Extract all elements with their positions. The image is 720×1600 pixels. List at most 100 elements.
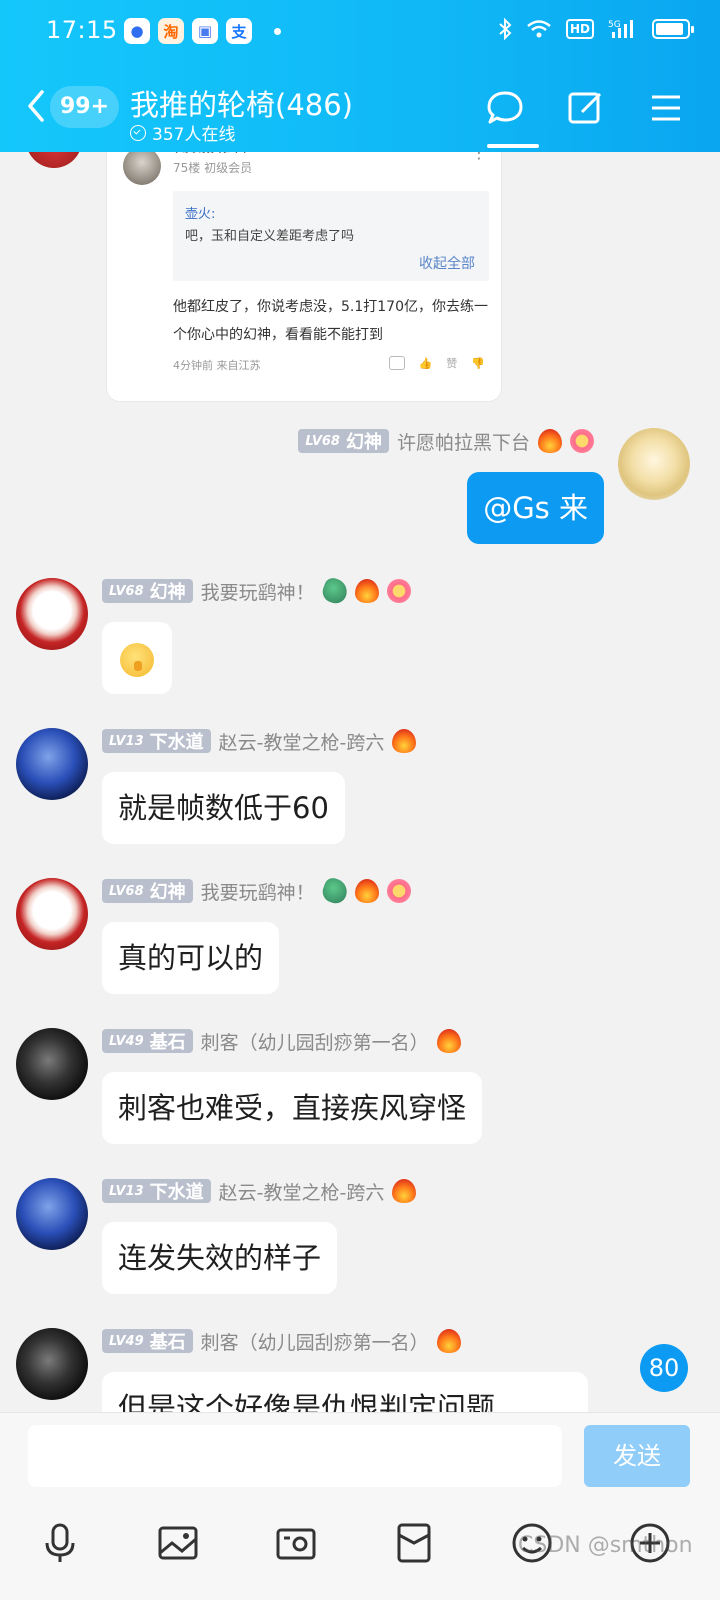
sender-meta: LV68 幻神 我要玩鹞神！ bbox=[102, 875, 411, 907]
online-count-text: 357人在线 bbox=[152, 125, 236, 145]
bluetooth-icon bbox=[499, 18, 512, 40]
sender-name[interactable]: 许愿帕拉黑下台 bbox=[397, 428, 530, 455]
wifi-icon bbox=[527, 20, 551, 38]
reply-icon bbox=[388, 356, 405, 370]
header: 17:15 ● 淘 ▣ 支 HD 5G 99+ 我推的轮椅(486) 357人在… bbox=[0, 0, 720, 152]
sender-name[interactable]: 刺客（幼儿园刮痧第一名） bbox=[201, 1328, 429, 1355]
fire-badge-icon bbox=[436, 1329, 461, 1353]
avatar[interactable] bbox=[16, 1028, 88, 1100]
more-notifications-dot bbox=[274, 27, 281, 35]
fire-badge-icon bbox=[436, 1029, 461, 1053]
post-meta: 4分钟前 来自江苏 bbox=[173, 359, 261, 372]
baidu-icon: ● bbox=[124, 18, 150, 44]
unread-count-badge[interactable]: 99+ bbox=[50, 86, 120, 128]
edit-post-icon[interactable] bbox=[566, 88, 606, 128]
level-badge: LV68 幻神 bbox=[102, 579, 193, 603]
sender-name[interactable]: 刺客（幼儿园刮痧第一名） bbox=[201, 1028, 429, 1055]
watermark: CSDN @smthon bbox=[518, 1533, 693, 1558]
chat-messages[interactable]: 791384244 75楼 初级会员 ⋮ 壶火: 吧，玉和自定义差距考虑了吗 收… bbox=[0, 152, 720, 1438]
image-icon[interactable] bbox=[156, 1521, 200, 1565]
message-bubble[interactable]: 就是帧数低于60 bbox=[102, 772, 345, 844]
avatar[interactable] bbox=[16, 1328, 88, 1400]
taobao-icon: 淘 bbox=[158, 18, 184, 44]
microphone-icon[interactable] bbox=[38, 1521, 82, 1565]
send-button[interactable]: 发送 bbox=[584, 1425, 690, 1487]
status-time: 17:15 bbox=[46, 16, 118, 44]
quote-name: 壶火: bbox=[185, 207, 216, 222]
hd-icon: HD bbox=[565, 19, 594, 39]
level-badge: LV68 幻神 bbox=[298, 429, 389, 453]
sender-name[interactable]: 赵云-教堂之枪-跨六 bbox=[219, 728, 385, 755]
post-floor: 75楼 初级会员 bbox=[173, 161, 253, 175]
avatar[interactable] bbox=[16, 1178, 88, 1250]
group-title[interactable]: 我推的轮椅(486) bbox=[130, 82, 353, 124]
flower-badge-icon bbox=[386, 879, 411, 903]
avatar[interactable] bbox=[26, 152, 82, 168]
level-badge: LV13 下水道 bbox=[102, 729, 211, 753]
post-user-id: 791384244 bbox=[173, 152, 247, 153]
sender-meta: LV13 下水道 赵云-教堂之枪-跨六 bbox=[102, 1178, 417, 1205]
sender-meta: LV68 幻神 许愿帕拉黑下台 bbox=[298, 428, 594, 454]
online-count: 357人在线 bbox=[130, 120, 235, 145]
online-check-icon bbox=[130, 124, 146, 141]
fire-badge-icon bbox=[354, 879, 379, 903]
red-packet-icon[interactable] bbox=[392, 1521, 436, 1565]
message-bubble[interactable]: @Gs 来 bbox=[467, 472, 604, 544]
back-arrow-icon[interactable] bbox=[22, 86, 52, 126]
level-badge: LV49 基石 bbox=[102, 1029, 193, 1053]
chat-bubble-icon[interactable] bbox=[485, 88, 525, 128]
message-bubble[interactable] bbox=[102, 622, 172, 694]
like-icon: 👍 bbox=[418, 356, 433, 370]
avatar[interactable] bbox=[618, 428, 690, 500]
flower-badge-icon bbox=[570, 429, 594, 453]
collapse-all-link: 收起全部 bbox=[419, 256, 475, 272]
more-dots-icon: ⋮ bbox=[471, 152, 487, 162]
sender-meta: LV49 基石 刺客（幼儿园刮痧第一名） bbox=[102, 1028, 461, 1054]
active-tab-indicator bbox=[487, 144, 539, 148]
dragon-badge-icon bbox=[319, 575, 351, 607]
battery-icon bbox=[652, 19, 694, 39]
message-bubble[interactable]: 连发失效的样子 bbox=[102, 1222, 338, 1294]
message-bubble[interactable]: 刺客也难受，直接疾风穿怪 bbox=[102, 1072, 483, 1144]
level-badge: LV49 基石 bbox=[102, 1329, 193, 1353]
composer-tools: CSDN @smthon bbox=[0, 1509, 720, 1589]
dislike-icon: 👎 bbox=[471, 356, 485, 370]
menu-icon[interactable] bbox=[646, 88, 686, 128]
status-bar: 17:15 ● 淘 ▣ 支 HD 5G bbox=[0, 0, 720, 64]
level-badge: LV68 幻神 bbox=[102, 879, 193, 903]
avatar[interactable] bbox=[16, 728, 88, 800]
like-label: 赞 bbox=[446, 357, 458, 370]
signal-icon: 5G bbox=[608, 20, 633, 38]
forwarded-post-card[interactable]: 791384244 75楼 初级会员 ⋮ 壶火: 吧，玉和自定义差距考虑了吗 收… bbox=[106, 152, 502, 402]
message-input[interactable] bbox=[28, 1425, 562, 1487]
sender-meta: LV13 下水道 赵云-教堂之枪-跨六 bbox=[102, 728, 417, 755]
quote-text: 吧，玉和自定义差距考虑了吗 bbox=[185, 229, 355, 244]
group-nav: 99+ 我推的轮椅(486) 357人在线 bbox=[0, 72, 720, 152]
fire-badge-icon bbox=[538, 429, 562, 453]
sender-meta: LV68 幻神 我要玩鹞神！ bbox=[102, 575, 411, 607]
camera-icon[interactable] bbox=[274, 1521, 318, 1565]
sender-name[interactable]: 我要玩鹞神！ bbox=[201, 578, 315, 605]
status-app-icons: ● 淘 ▣ 支 bbox=[124, 18, 281, 44]
avatar[interactable] bbox=[16, 878, 88, 950]
new-messages-badge[interactable]: 80 bbox=[640, 1344, 688, 1392]
alipay-icon: 支 bbox=[226, 18, 252, 44]
post-actions: 👍 赞 👎 bbox=[388, 355, 485, 371]
dragon-badge-icon bbox=[319, 875, 351, 907]
shush-emoji-icon bbox=[120, 643, 154, 677]
fire-badge-icon bbox=[354, 579, 379, 603]
fire-badge-icon bbox=[392, 729, 417, 753]
level-badge: LV13 下水道 bbox=[102, 1179, 211, 1203]
avatar[interactable] bbox=[16, 578, 88, 650]
message-bubble[interactable]: 真的可以的 bbox=[102, 922, 280, 994]
post-avatar bbox=[123, 152, 161, 185]
sender-name[interactable]: 我要玩鹞神！ bbox=[201, 878, 315, 905]
status-indicators: HD 5G bbox=[498, 18, 694, 40]
sender-name[interactable]: 赵云-教堂之枪-跨六 bbox=[219, 1178, 385, 1205]
sender-meta: LV49 基石 刺客（幼儿园刮痧第一名） bbox=[102, 1328, 461, 1354]
flower-badge-icon bbox=[386, 579, 411, 603]
post-quote: 壶火: 吧，玉和自定义差距考虑了吗 收起全部 bbox=[173, 191, 489, 281]
fire-badge-icon bbox=[392, 1179, 417, 1203]
composer-bar: 发送 CSDN @smthon bbox=[0, 1412, 720, 1600]
app-icon: ▣ bbox=[192, 18, 218, 44]
